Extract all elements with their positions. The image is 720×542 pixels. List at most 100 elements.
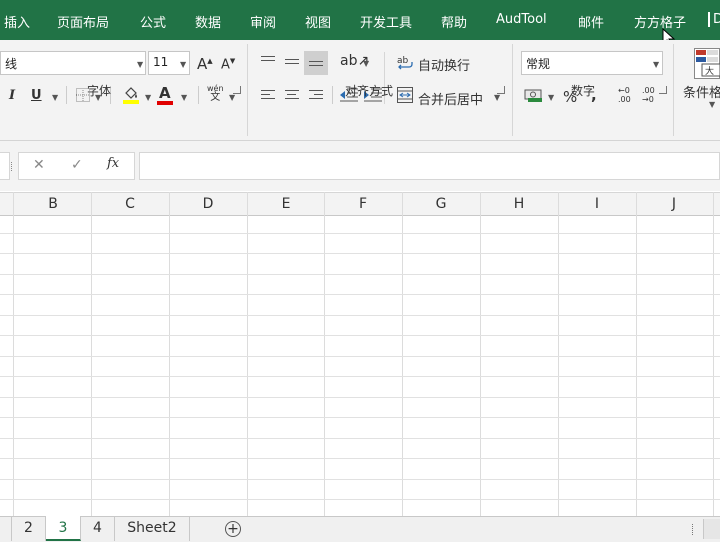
phonetic-button[interactable]: wén 文 bbox=[207, 84, 224, 103]
italic-button[interactable]: I bbox=[9, 88, 15, 103]
font-size-value: 11 bbox=[153, 55, 169, 69]
column-header-c[interactable]: C bbox=[120, 196, 140, 212]
increase-decimal-icon[interactable]: ←0.00 bbox=[618, 86, 631, 104]
chevron-down-icon[interactable]: ▼ bbox=[229, 93, 235, 102]
align-middle-icon[interactable] bbox=[285, 59, 299, 67]
formula-buttons: ✕ ✓ fx bbox=[18, 152, 135, 180]
cancel-icon[interactable]: ✕ bbox=[33, 157, 45, 173]
grid-line bbox=[713, 192, 714, 516]
column-header-j[interactable]: J bbox=[664, 196, 684, 212]
chevron-down-icon: ▼ bbox=[180, 60, 187, 69]
grid-line bbox=[402, 192, 403, 516]
column-header-h[interactable]: H bbox=[509, 196, 529, 212]
sheet-tab-sheet2[interactable]: Sheet2 bbox=[115, 516, 190, 541]
grid-line bbox=[0, 417, 720, 418]
column-header-e[interactable]: E bbox=[276, 196, 296, 212]
chevron-down-icon[interactable]: ▼ bbox=[363, 59, 369, 68]
enter-icon[interactable]: ✓ bbox=[71, 157, 83, 173]
grid-line bbox=[0, 376, 720, 377]
font-name-combo[interactable]: 线 ▼ bbox=[0, 51, 146, 75]
column-header-d[interactable]: D bbox=[198, 196, 218, 212]
chevron-down-icon[interactable]: ▼ bbox=[145, 93, 151, 102]
tab-formulas[interactable]: 公式 bbox=[140, 12, 166, 31]
tab-help[interactable]: 帮助 bbox=[441, 12, 467, 31]
conditional-format-icon[interactable]: 大 bbox=[694, 46, 720, 80]
group-separator bbox=[673, 44, 674, 136]
grid-line bbox=[169, 192, 170, 516]
wrap-text-icon[interactable]: ab bbox=[397, 54, 413, 72]
font-dialog-launcher-icon[interactable] bbox=[233, 86, 241, 94]
chevron-down-icon[interactable]: ▼ bbox=[181, 93, 187, 102]
grid-line bbox=[0, 458, 720, 459]
tab-data[interactable]: 数据 bbox=[195, 12, 221, 31]
column-header-i[interactable]: I bbox=[587, 196, 607, 212]
sheet-tab-2[interactable]: 2 bbox=[12, 516, 46, 541]
chevron-down-icon[interactable]: ▼ bbox=[52, 93, 58, 102]
fill-color-icon[interactable] bbox=[122, 85, 140, 105]
chevron-down-icon[interactable]: ▼ bbox=[494, 93, 500, 102]
align-right-icon[interactable] bbox=[309, 90, 323, 102]
grid-line bbox=[0, 233, 720, 234]
alignment-group-label: 对齐方式 bbox=[345, 84, 394, 98]
alignment-dialog-launcher-icon[interactable] bbox=[497, 86, 505, 94]
chevron-down-icon[interactable]: ▼ bbox=[709, 100, 715, 109]
tab-audtool[interactable]: AudTool bbox=[496, 12, 547, 27]
align-left-icon[interactable] bbox=[261, 90, 275, 102]
tab-developer[interactable]: 开发工具 bbox=[360, 12, 412, 31]
tab-view[interactable]: 视图 bbox=[305, 12, 331, 31]
align-top-icon[interactable] bbox=[261, 56, 275, 68]
name-box-splitter-icon[interactable] bbox=[11, 162, 15, 171]
grid-line bbox=[324, 192, 325, 516]
sheet-tab-4[interactable]: 4 bbox=[81, 516, 115, 541]
font-size-combo[interactable]: 11 ▼ bbox=[148, 51, 190, 75]
underline-button[interactable]: U bbox=[31, 88, 42, 103]
conditional-format-button[interactable]: 条件格 bbox=[683, 82, 720, 101]
sheet-tab-partial[interactable] bbox=[0, 516, 12, 541]
add-sheet-button[interactable]: + bbox=[225, 521, 241, 537]
horizontal-scrollbar[interactable] bbox=[703, 519, 720, 539]
decrease-font-button[interactable]: A▼ bbox=[221, 57, 235, 72]
number-format-combo[interactable]: 常规 ▼ bbox=[521, 51, 663, 75]
decrease-font-glyph: A bbox=[221, 57, 230, 73]
group-separator bbox=[247, 44, 248, 136]
tab-page-layout[interactable]: 页面布局 bbox=[57, 12, 109, 31]
accounting-format-icon[interactable] bbox=[524, 87, 544, 103]
svg-text:大: 大 bbox=[705, 65, 714, 77]
column-header-f[interactable]: F bbox=[353, 196, 373, 212]
tab-insert[interactable]: 插入 bbox=[4, 12, 30, 31]
merge-center-icon[interactable] bbox=[397, 87, 413, 103]
grid-line bbox=[91, 192, 92, 516]
increase-font-button[interactable]: A▲ bbox=[197, 55, 213, 73]
chevron-down-icon[interactable]: ▼ bbox=[548, 93, 554, 102]
tab-mailings[interactable]: 邮件 bbox=[578, 12, 604, 31]
grid-line bbox=[0, 499, 720, 500]
grid-line bbox=[0, 315, 720, 316]
grid-line bbox=[0, 335, 720, 336]
tab-splitter-icon[interactable] bbox=[692, 524, 696, 535]
grid-line bbox=[0, 438, 720, 439]
number-dialog-launcher-icon[interactable] bbox=[659, 86, 667, 94]
align-bottom-icon bbox=[309, 61, 323, 69]
column-header-g[interactable]: G bbox=[431, 196, 451, 212]
decrease-decimal-icon[interactable]: .00 →0 bbox=[642, 86, 655, 104]
insert-function-icon[interactable]: fx bbox=[107, 156, 119, 171]
font-color-button[interactable]: A bbox=[157, 85, 173, 105]
tab-more[interactable]: D bbox=[708, 12, 720, 27]
grid-line bbox=[0, 253, 720, 254]
cell-grid[interactable] bbox=[0, 215, 720, 516]
wrap-text-button[interactable]: 自动换行 bbox=[418, 55, 470, 74]
formula-input[interactable] bbox=[139, 152, 720, 180]
grid-line bbox=[0, 294, 720, 295]
divider bbox=[66, 86, 67, 104]
font-group-label: 字体 bbox=[87, 84, 112, 98]
grid-line bbox=[0, 397, 720, 398]
align-bottom-button[interactable] bbox=[304, 51, 328, 75]
align-center-icon[interactable] bbox=[285, 90, 299, 102]
sheet-tab-3[interactable]: 3 bbox=[46, 516, 81, 541]
merge-center-button[interactable]: 合并后居中 bbox=[418, 89, 483, 108]
tab-review[interactable]: 审阅 bbox=[250, 12, 276, 31]
grid-line bbox=[558, 192, 559, 516]
tab-fangfang[interactable]: 方方格子 bbox=[634, 12, 686, 31]
name-box[interactable] bbox=[0, 152, 10, 180]
column-header-b[interactable]: B bbox=[43, 196, 63, 212]
